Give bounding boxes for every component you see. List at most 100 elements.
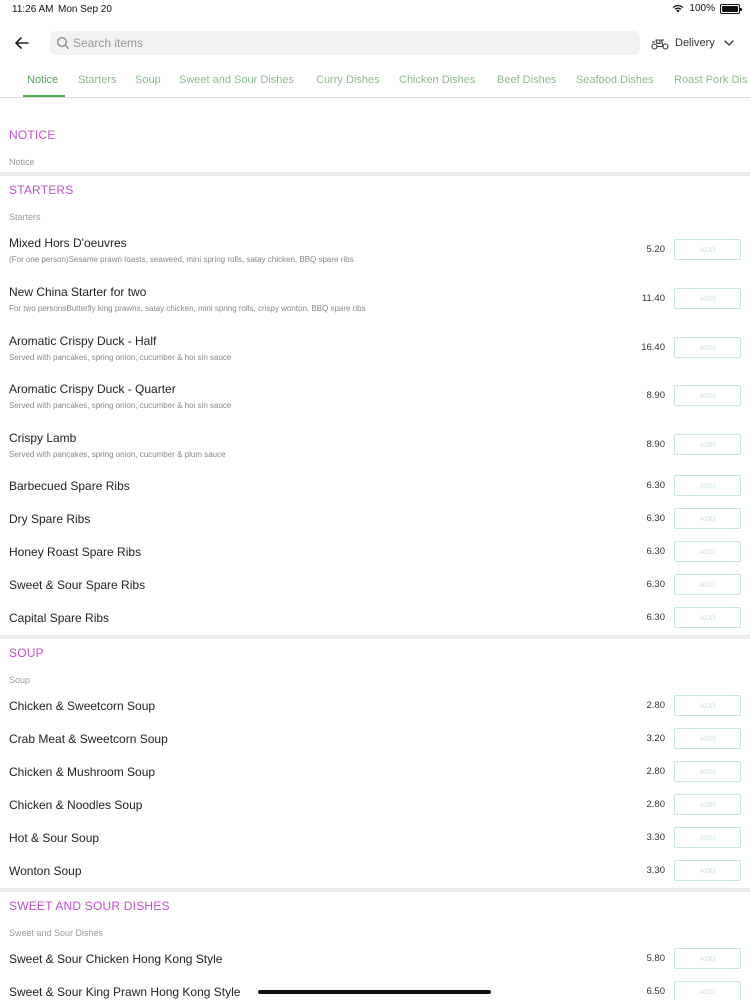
menu-list: NOTICE Notice STARTERS Starters Mixed Ho… [0,99,750,1000]
section-divider [0,172,750,176]
battery-percent: 100% [689,3,715,14]
add-button[interactable]: ADD [674,948,741,969]
tab-beef-dishes[interactable]: Beef Dishes [497,74,556,86]
item-name: Crispy Lamb [9,431,77,445]
menu-item: Hot & Sour Soup 3.30 ADD [0,827,750,861]
item-name: Capital Spare Ribs [9,611,110,625]
item-name: Mixed Hors D'oeuvres [9,236,127,250]
item-price: 6.50 [646,986,666,997]
item-name: Sweet & Sour Spare Ribs [9,578,146,592]
add-button[interactable]: ADD [674,981,741,1000]
scooter-icon [651,39,669,50]
menu-item: Crab Meat & Sweetcorn Soup 3.20 ADD [0,728,750,762]
add-button[interactable]: ADD [674,239,741,260]
section-subtitle-sweet-and-sour: Sweet and Sour Dishes [9,928,104,938]
add-button[interactable]: ADD [674,794,741,815]
item-price: 2.80 [646,766,666,777]
add-button[interactable]: ADD [674,541,741,562]
item-name: Honey Roast Spare Ribs [9,545,142,559]
status-bar: 11:26 AM Mon Sep 20 100% [0,0,750,18]
search-input[interactable] [73,31,633,55]
status-time: 11:26 AM [12,4,54,15]
delivery-mode-selector[interactable]: Delivery [651,33,737,53]
add-button[interactable]: ADD [674,728,741,749]
item-price: 3.20 [646,733,666,744]
tab-sweet-and-sour-dishes[interactable]: Sweet and Sour Dishes [179,74,294,86]
delivery-mode-label: Delivery [675,37,715,49]
add-button[interactable]: ADD [674,827,741,848]
chevron-down-icon [724,40,734,46]
search-icon [57,37,70,50]
add-button[interactable]: ADD [674,434,741,455]
item-description: Served with pancakes, spring onion, cucu… [9,353,232,362]
item-price: 5.20 [646,244,666,255]
add-button[interactable]: ADD [674,761,741,782]
menu-item: Sweet & Sour Spare Ribs 6.30 ADD [0,574,750,608]
item-name: Dry Spare Ribs [9,512,91,526]
item-price: 2.80 [646,700,666,711]
add-button[interactable]: ADD [674,385,741,406]
item-price: 6.30 [646,546,666,557]
add-button[interactable]: ADD [674,860,741,881]
item-name: Sweet & Sour King Prawn Hong Kong Style [9,985,241,999]
active-tab-indicator [23,95,65,97]
add-button[interactable]: ADD [674,337,741,358]
tab-starters[interactable]: Starters [78,74,117,86]
section-divider [0,888,750,892]
tab-notice[interactable]: Notice [27,74,58,86]
menu-item: Dry Spare Ribs 6.30 ADD [0,508,750,542]
item-price: 6.30 [646,513,666,524]
item-price: 6.30 [646,612,666,623]
menu-item: Aromatic Crispy Duck - Half Served with … [0,334,750,364]
header: Delivery [0,26,750,60]
back-arrow-icon [15,37,29,49]
item-price: 11.40 [641,293,665,304]
section-title-sweet-and-sour: SWEET AND SOUR DISHES [9,899,170,913]
item-name: Chicken & Mushroom Soup [9,765,156,779]
add-button[interactable]: ADD [674,607,741,628]
item-name: Crab Meat & Sweetcorn Soup [9,732,168,746]
item-name: Aromatic Crispy Duck - Quarter [9,382,176,396]
add-button[interactable]: ADD [674,288,741,309]
section-subtitle-soup: Soup [9,675,31,685]
item-name: Barbecued Spare Ribs [9,479,130,493]
back-button[interactable] [12,33,32,53]
menu-item: Barbecued Spare Ribs 6.30 ADD [0,475,750,509]
item-price: 5.80 [646,953,666,964]
item-price: 2.80 [646,799,666,810]
item-description: (For one person)Sesame prawn toasts, sea… [9,255,354,264]
item-name: Wonton Soup [9,864,82,878]
menu-item: Chicken & Mushroom Soup 2.80 ADD [0,761,750,795]
item-description: For two personsButterfly king prawns, sa… [9,304,366,313]
section-divider [0,635,750,639]
status-date: Mon Sep 20 [58,4,112,15]
tab-seafood-dishes[interactable]: Seafood Dishes [576,74,654,86]
add-button[interactable]: ADD [674,695,741,716]
search-bar[interactable] [50,31,640,55]
tab-curry-dishes[interactable]: Curry Dishes [316,74,380,86]
tab-soup[interactable]: Soup [135,74,161,86]
menu-item: Crispy Lamb Served with pancakes, spring… [0,431,750,461]
add-button[interactable]: ADD [674,475,741,496]
item-name: Hot & Sour Soup [9,831,100,845]
item-name: Aromatic Crispy Duck - Half [9,334,157,348]
item-price: 6.30 [646,579,666,590]
item-description: Served with pancakes, spring onion, cucu… [9,450,226,459]
menu-item: Aromatic Crispy Duck - Quarter Served wi… [0,382,750,412]
item-name: Sweet & Sour Chicken Hong Kong Style [9,952,223,966]
status-right: 100% [672,3,742,14]
tab-roast-pork-dishes[interactable]: Roast Pork Dis [674,74,747,86]
tab-chicken-dishes[interactable]: Chicken Dishes [399,74,475,86]
category-tabs: Notice Starters Soup Sweet and Sour Dish… [0,60,750,98]
menu-item: Sweet & Sour Chicken Hong Kong Style 5.8… [0,948,750,982]
menu-item: Chicken & Noodles Soup 2.80 ADD [0,794,750,828]
section-title-soup: SOUP [9,646,44,660]
item-name: New China Starter for two [9,285,147,299]
item-price: 6.30 [646,480,666,491]
item-price: 16.40 [641,342,665,353]
menu-item: Honey Roast Spare Ribs 6.30 ADD [0,541,750,575]
home-indicator [258,990,491,994]
section-subtitle-notice: Notice [9,157,35,167]
add-button[interactable]: ADD [674,574,741,595]
add-button[interactable]: ADD [674,508,741,529]
